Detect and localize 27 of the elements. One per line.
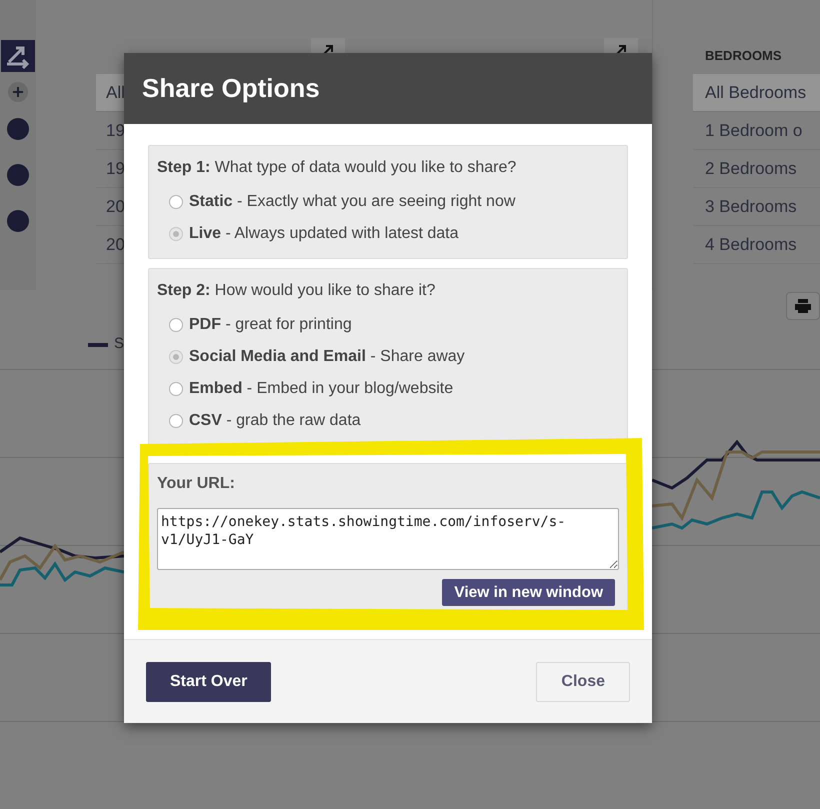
print-icon[interactable] xyxy=(786,292,820,320)
legend-swatch xyxy=(88,342,108,346)
dialog-title: Share Options xyxy=(142,72,320,105)
option-label: Static - Exactly what you are seeing right now xyxy=(189,192,516,212)
radio-button[interactable] xyxy=(169,382,183,396)
radio-button[interactable] xyxy=(169,414,183,428)
url-field[interactable]: https://onekey.stats.showingtime.com/infoserv/s-v1/UyJ1-GaY xyxy=(157,508,619,570)
radio-button[interactable] xyxy=(169,318,183,332)
option-label: CSV - grab the raw data xyxy=(189,411,361,431)
radio-button[interactable] xyxy=(169,227,183,241)
filter-option[interactable]: All Bedrooms xyxy=(693,74,820,112)
step-question: Step 1: What type of data would you like to share? xyxy=(157,158,518,178)
radio-button[interactable] xyxy=(169,195,183,209)
column-header: BEDROOMS xyxy=(704,47,783,65)
add-icon[interactable] xyxy=(8,82,28,102)
close-button[interactable]: Close xyxy=(536,662,630,702)
option-label: PDF - great for printing xyxy=(189,315,352,335)
option-label: Live - Always updated with latest data xyxy=(189,224,458,244)
radio-button[interactable] xyxy=(169,350,183,364)
option-label: Embed - Embed in your blog/website xyxy=(189,379,454,399)
step-question: Step 2: How would you like to share it? xyxy=(157,281,436,301)
view-in-new-window-button[interactable]: View in new window xyxy=(442,579,615,606)
start-over-button[interactable]: Start Over xyxy=(146,662,272,702)
option-label: Social Media and Email - Share away xyxy=(189,347,465,367)
legend-label: S xyxy=(114,334,124,354)
share-icon[interactable] xyxy=(1,40,35,72)
url-label: Your URL: xyxy=(157,474,236,494)
